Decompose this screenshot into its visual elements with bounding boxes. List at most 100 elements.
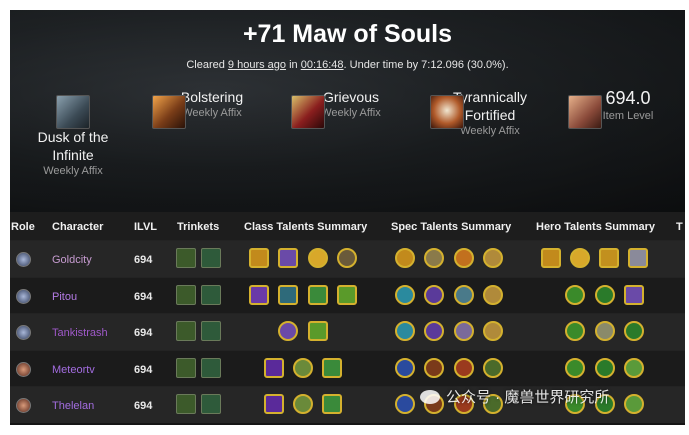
header-role[interactable]: Role [11,221,35,233]
dps-role-icon [16,398,31,413]
trinket-icon[interactable] [176,284,196,305]
character-name[interactable]: Tankistrash [52,327,108,339]
trinket-icon[interactable] [176,248,196,268]
wechat-logo-icon [420,390,440,404]
character-ilvl: 694 [134,400,153,412]
spec-talent-icon[interactable] [454,284,474,305]
header-character[interactable]: Character [52,221,103,233]
hero-talent-icon[interactable] [565,357,585,378]
grievous-icon[interactable] [291,95,325,129]
affix-tyrannically-fortified[interactable]: Tyrannically Fortified Weekly Affix [430,88,550,137]
run-summary-text: Cleared 9 hours ago in 00:16:48. Under t… [186,59,509,71]
hero-talent-icon[interactable] [595,321,615,341]
dusk-of-the-infinite-icon[interactable] [56,95,90,129]
spec-talent-icon[interactable] [483,321,503,341]
character-ilvl: 694 [134,327,153,339]
class-talent-icon[interactable] [264,357,284,378]
hero-talent-icon[interactable] [624,394,644,414]
table-row[interactable]: Meteortv 694 [10,349,685,386]
spec-talent-icon[interactable] [395,394,415,414]
affix-bolstering[interactable]: Bolstering Weekly Affix [152,88,272,129]
class-talent-icon[interactable] [322,357,342,378]
table-row[interactable]: Pitou 694 [10,276,685,313]
hero-talent-icon[interactable] [624,321,644,341]
table-header: Role Character ILVL Trinkets Class Talen… [10,212,685,240]
spec-talent-icon[interactable] [483,284,503,305]
character-ilvl: 694 [134,290,153,303]
spec-talent-icon[interactable] [395,321,415,341]
class-talent-icon[interactable] [293,394,313,414]
character-ilvl: 694 [134,254,153,266]
spec-talent-icon[interactable] [395,284,415,305]
class-talent-icon[interactable] [249,248,269,268]
watermark: 公众号 · 魔兽世界研究所 [420,386,609,407]
spec-talent-icon[interactable] [424,284,444,305]
trinket-icon[interactable] [201,357,221,378]
character-name[interactable]: Pitou [52,291,77,303]
trinket-icon[interactable] [176,357,196,378]
character-name[interactable]: Meteortv [52,364,95,376]
hero-talent-icon[interactable] [595,357,615,378]
spec-talent-icon[interactable] [424,321,444,341]
hero-talent-icon[interactable] [628,248,648,268]
trinket-icon[interactable] [176,321,196,341]
class-talent-icon[interactable] [308,284,328,305]
hero-talent-icon[interactable] [599,248,619,268]
class-talent-icon[interactable] [322,394,342,414]
tank-role-icon [16,325,31,340]
header-class-talents[interactable]: Class Talents Summary [244,221,367,233]
run-duration-link[interactable]: 00:16:48 [301,59,344,71]
spec-talent-icon[interactable] [454,248,474,268]
page-title: +71 Maw of Souls [242,20,453,48]
character-name[interactable]: Goldcity [52,254,92,266]
spec-talent-icon[interactable] [483,248,503,268]
spec-talent-icon[interactable] [424,248,444,268]
hero-talent-icon[interactable] [565,284,585,305]
class-talent-icon[interactable] [278,321,298,341]
spec-talent-icon[interactable] [483,357,503,378]
table-row[interactable]: Goldcity 694 [10,240,685,277]
trinket-icon[interactable] [201,248,221,268]
spec-talent-icon[interactable] [395,248,415,268]
header-truncated[interactable]: T [676,221,683,233]
dps-role-icon [16,361,31,377]
spec-talent-icon[interactable] [454,357,474,378]
trinket-icon[interactable] [176,394,196,414]
tank-role-icon [16,252,31,267]
cleared-time-link[interactable]: 9 hours ago [228,59,286,71]
class-talent-icon[interactable] [337,248,357,268]
class-talent-icon[interactable] [249,284,269,305]
hero-talent-icon[interactable] [624,284,644,305]
class-talent-icon[interactable] [293,357,313,378]
trinket-icon[interactable] [201,284,221,305]
header-trinkets[interactable]: Trinkets [177,221,219,233]
header-hero-talents[interactable]: Hero Talents Summary [536,221,655,233]
table-row[interactable]: Tankistrash 694 [10,313,685,350]
class-talent-icon[interactable] [264,394,284,414]
tyrannically-fortified-icon[interactable] [430,95,464,129]
hero-talent-icon[interactable] [570,248,590,268]
trinket-icon[interactable] [201,394,221,414]
class-talent-icon[interactable] [308,248,328,268]
spec-talent-icon[interactable] [395,357,415,378]
watermark-text: 公众号 · 魔兽世界研究所 [446,389,610,406]
header-ilvl[interactable]: ILVL [134,221,157,233]
header-spec-talents[interactable]: Spec Talents Summary [391,221,511,233]
spec-talent-icon[interactable] [454,321,474,341]
hero-talent-icon[interactable] [624,357,644,378]
class-talent-icon[interactable] [278,284,298,305]
trinket-icon[interactable] [201,321,221,341]
item-level-summary: 694.0 Item Level [568,88,685,129]
affix-grievous[interactable]: Grievous Weekly Affix [291,88,411,129]
class-talent-icon[interactable] [337,284,357,305]
class-talent-icon[interactable] [308,321,328,341]
spec-talent-icon[interactable] [424,357,444,378]
hero-talent-icon[interactable] [565,321,585,341]
hero-talent-icon[interactable] [595,284,615,305]
character-name[interactable]: Thelelan [52,400,94,412]
hero-talent-icon[interactable] [541,248,561,268]
tank-role-icon [16,288,31,304]
class-talent-icon[interactable] [278,248,298,268]
bolstering-icon[interactable] [152,95,186,129]
affix-dusk-of-the-infinite[interactable]: Dusk of the Infinite Weekly Affix [13,88,133,177]
